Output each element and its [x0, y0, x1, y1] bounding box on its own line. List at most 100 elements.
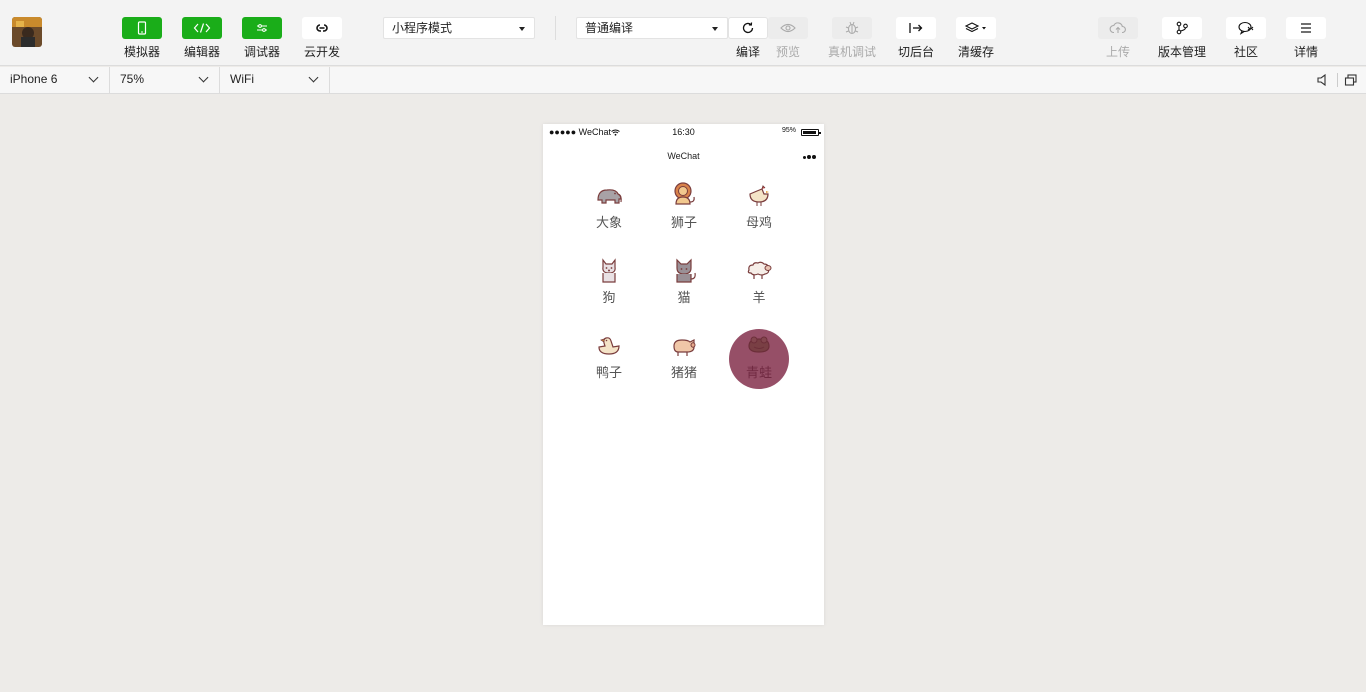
version-tool[interactable]: 版本管理 [1158, 17, 1206, 60]
device-select[interactable]: iPhone 6 [0, 67, 110, 93]
refresh-icon [742, 22, 754, 34]
editor-tool[interactable]: 编辑器 [182, 17, 222, 60]
animal-name: 猫 [677, 290, 691, 305]
cloud-link-icon [316, 24, 328, 32]
simulator-tool[interactable]: 模拟器 [122, 17, 162, 60]
animal-item[interactable]: 猫 [654, 255, 714, 306]
navigation-bar: WeChat [543, 146, 824, 166]
animal-item[interactable]: 羊 [729, 255, 789, 306]
editor-button[interactable] [182, 17, 222, 39]
main-toolbar: 模拟器 编辑器 调试器 云开发 小程序模式 普通编译 编译 预览 真机调试 切后… [0, 0, 1366, 66]
sliders-icon [257, 24, 267, 32]
more-menu-icon[interactable] [803, 155, 816, 159]
details-label: 详情 [1293, 45, 1318, 59]
mode-select[interactable]: 小程序模式 [383, 17, 535, 39]
layers-icon [964, 22, 986, 33]
upload-tool[interactable]: 上传 [1098, 17, 1138, 60]
battery-icon [801, 129, 821, 136]
tap-ripple-overlay [729, 329, 789, 389]
clear-cache-tool[interactable]: 清缓存 [956, 17, 996, 60]
zoom-select[interactable]: 75% [110, 67, 220, 93]
animal-item[interactable]: 猪猪 [654, 330, 714, 381]
animal-name: 狗 [602, 290, 616, 305]
animal-name: 大象 [595, 215, 622, 230]
cloud-tool[interactable]: 云开发 [302, 17, 342, 60]
chevron-down-icon [88, 72, 99, 83]
animal-name: 猪猪 [670, 365, 697, 380]
simulator-button[interactable] [122, 17, 162, 39]
bug-icon [845, 21, 859, 35]
details-button[interactable] [1286, 17, 1326, 39]
duck-icon [598, 337, 620, 355]
animal-name: 鸭子 [595, 365, 622, 380]
device-select-value: iPhone 6 [10, 72, 58, 86]
battery-percent: 95% [781, 127, 796, 134]
simulator-settings-bar: iPhone 6 75% WiFi [0, 67, 1366, 94]
zoom-select-value: 75% [120, 72, 145, 86]
eye-icon [780, 23, 796, 33]
cloud-dev-button[interactable] [302, 17, 342, 39]
cloud-dev-label: 云开发 [303, 45, 340, 59]
network-select-value: WiFi [230, 72, 254, 86]
phone-simulator: ●●●●● WeChat 16:30 95% WeChat 大象 狮子 母鸡 狗… [543, 124, 824, 625]
editor-label: 编辑器 [183, 45, 220, 59]
community-button[interactable] [1226, 17, 1266, 39]
compile-select-value: 普通编译 [585, 21, 634, 35]
device-debug-tool[interactable]: 真机调试 [828, 17, 876, 60]
toolbar-divider [555, 16, 556, 40]
subbar-divider [1337, 73, 1338, 87]
compile-button[interactable] [728, 17, 768, 39]
elephant-icon [597, 189, 622, 204]
speaker-icon[interactable] [1316, 73, 1330, 87]
upload-label: 上传 [1105, 45, 1130, 59]
device-debug-label: 真机调试 [827, 45, 876, 59]
branch-icon [1176, 21, 1188, 35]
simulator-label: 模拟器 [123, 45, 160, 59]
animal-item[interactable]: 鸭子 [579, 330, 639, 381]
switch-background-button[interactable] [896, 17, 936, 39]
preview-tool[interactable]: 预览 [768, 17, 808, 60]
lion-icon [674, 182, 695, 205]
details-tool[interactable]: 详情 [1286, 17, 1326, 60]
switch-background-label: 切后台 [897, 45, 934, 59]
menu-icon [1301, 23, 1311, 33]
hen-icon [749, 185, 769, 206]
exit-arrow-icon [909, 23, 923, 33]
cat-icon [676, 258, 696, 283]
pig-icon [673, 339, 696, 356]
community-tool[interactable]: 社区 [1226, 17, 1266, 60]
clear-cache-label: 清缓存 [957, 45, 994, 59]
clear-cache-button[interactable] [956, 17, 996, 39]
phone-icon [137, 21, 147, 35]
preview-label: 预览 [775, 45, 800, 59]
popout-window-icon[interactable] [1344, 73, 1358, 87]
network-select[interactable]: WiFi [220, 67, 330, 93]
animal-item[interactable]: 大象 [579, 180, 639, 231]
community-label: 社区 [1233, 45, 1258, 59]
animal-item[interactable]: 狗 [579, 255, 639, 306]
chevron-down-icon [198, 72, 209, 83]
debugger-label: 调试器 [243, 45, 280, 59]
compile-select[interactable]: 普通编译 [576, 17, 728, 39]
version-control-label: 版本管理 [1157, 45, 1206, 59]
caret-down-icon [712, 27, 718, 31]
version-control-button[interactable] [1162, 17, 1202, 39]
switch-bg-tool[interactable]: 切后台 [896, 17, 936, 60]
page-title: WeChat [667, 151, 700, 161]
cloud-upload-icon [1109, 22, 1126, 34]
preview-button[interactable] [768, 17, 808, 39]
chat-bubble-icon [1238, 21, 1254, 35]
animal-item[interactable]: 狮子 [654, 180, 714, 231]
user-avatar[interactable] [12, 17, 42, 47]
animal-item[interactable]: 母鸡 [729, 180, 789, 231]
debugger-tool[interactable]: 调试器 [242, 17, 282, 60]
dog-icon [602, 258, 616, 283]
upload-button[interactable] [1098, 17, 1138, 39]
animal-name: 母鸡 [745, 215, 772, 230]
animal-name: 狮子 [670, 215, 697, 230]
device-debug-button[interactable] [832, 17, 872, 39]
debugger-button[interactable] [242, 17, 282, 39]
caret-down-icon [519, 27, 525, 31]
mode-select-value: 小程序模式 [392, 21, 453, 35]
chevron-down-icon [308, 72, 319, 83]
